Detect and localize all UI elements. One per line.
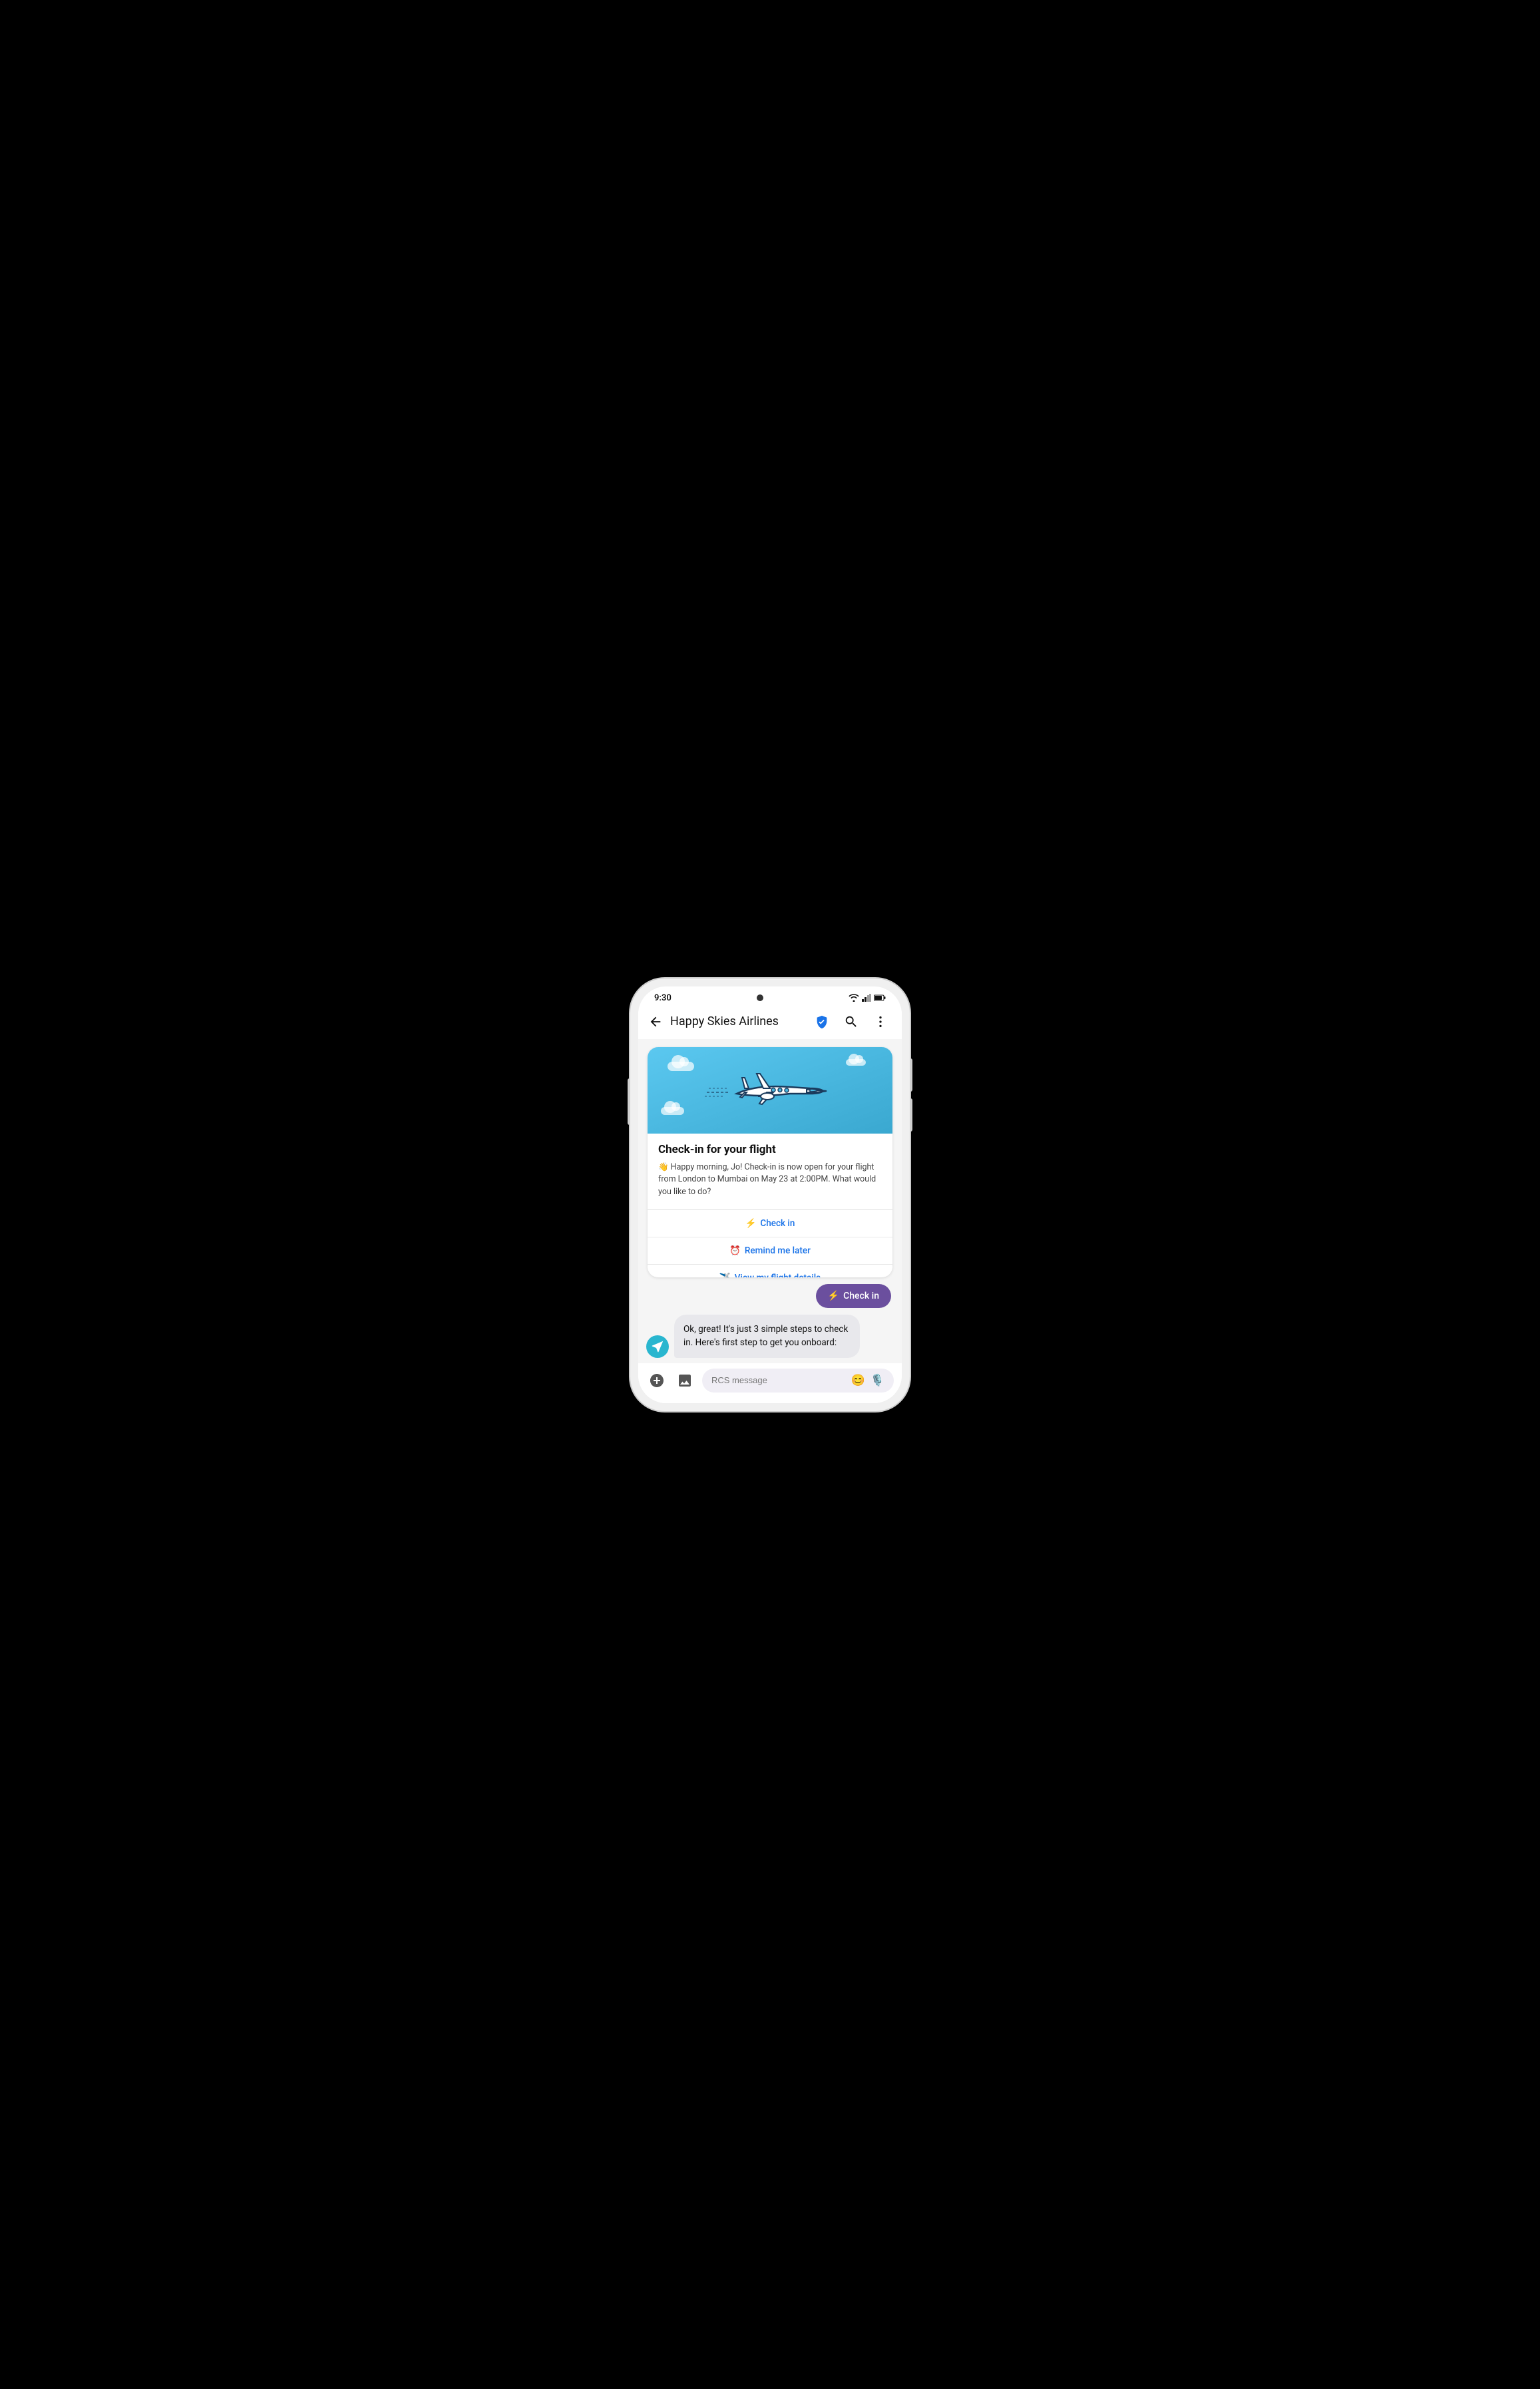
mic-button[interactable]: 🎙️ <box>870 1374 884 1387</box>
received-message-wrap: Ok, great! It's just 3 simple steps to c… <box>646 1315 894 1358</box>
card-hero-image <box>648 1047 892 1134</box>
power-button <box>628 1078 630 1125</box>
app-bar-actions <box>811 1011 891 1032</box>
airplane-illustration <box>703 1059 837 1122</box>
phone-frame: 9:30 <box>630 978 910 1411</box>
back-button[interactable] <box>644 1010 668 1034</box>
chat-content: Check-in for your flight 👋 Happy morning… <box>638 1039 902 1363</box>
sent-emoji: ⚡ <box>828 1291 839 1301</box>
remind-later-action-button[interactable]: ⏰ Remind me later <box>648 1237 892 1265</box>
wifi-icon <box>849 994 859 1002</box>
sent-text: Check in <box>843 1291 879 1301</box>
card-title: Check-in for your flight <box>658 1143 882 1156</box>
more-options-button[interactable] <box>870 1011 891 1032</box>
app-title: Happy Skies Airlines <box>670 1014 811 1028</box>
remind-label: Remind me later <box>745 1245 811 1256</box>
remind-emoji: ⏰ <box>729 1245 741 1256</box>
check-in-action-button[interactable]: ⚡ Check in <box>648 1210 892 1237</box>
check-in-label: Check in <box>760 1218 795 1229</box>
bot-avatar <box>646 1335 669 1358</box>
cloud-3 <box>661 1107 684 1115</box>
status-bar: 9:30 <box>638 986 902 1006</box>
sent-bubble: ⚡ Check in <box>816 1284 891 1308</box>
card-message: 👋 Happy morning, Jo! Check-in is now ope… <box>658 1162 882 1199</box>
battery-icon <box>874 994 886 1001</box>
camera-indicator <box>757 994 763 1001</box>
add-button[interactable] <box>646 1370 668 1391</box>
emoji-button[interactable]: 😊 <box>851 1374 865 1387</box>
volume-button-2 <box>910 1098 912 1132</box>
input-bar: 😊 🎙️ <box>638 1363 902 1403</box>
signal-icon <box>862 994 871 1002</box>
phone-screen: 9:30 <box>638 986 902 1403</box>
card-actions: ⚡ Check in ⏰ Remind me later ✈️ View my … <box>648 1209 892 1277</box>
message-input[interactable] <box>711 1375 846 1385</box>
shield-verified-icon <box>811 1011 833 1032</box>
status-time: 9:30 <box>654 993 672 1003</box>
cloud-1 <box>668 1062 694 1071</box>
volume-button-1 <box>910 1058 912 1092</box>
received-bubble: Ok, great! It's just 3 simple steps to c… <box>674 1315 860 1358</box>
sent-message-wrap: ⚡ Check in <box>646 1284 894 1308</box>
gallery-button[interactable] <box>674 1370 695 1391</box>
view-flight-label: View my flight details <box>735 1273 821 1277</box>
received-text: Ok, great! It's just 3 simple steps to c… <box>683 1324 848 1348</box>
message-input-wrap: 😊 🎙️ <box>702 1369 894 1393</box>
cloud-2 <box>846 1059 866 1066</box>
card-body: Check-in for your flight 👋 Happy morning… <box>648 1134 892 1209</box>
app-bar: Happy Skies Airlines <box>638 1006 902 1039</box>
view-flight-emoji: ✈️ <box>719 1273 731 1277</box>
view-flight-action-button[interactable]: ✈️ View my flight details <box>648 1265 892 1277</box>
status-icons <box>849 994 886 1002</box>
check-in-emoji: ⚡ <box>745 1218 757 1229</box>
search-button[interactable] <box>841 1011 862 1032</box>
rich-card: Check-in for your flight 👋 Happy morning… <box>648 1047 892 1278</box>
